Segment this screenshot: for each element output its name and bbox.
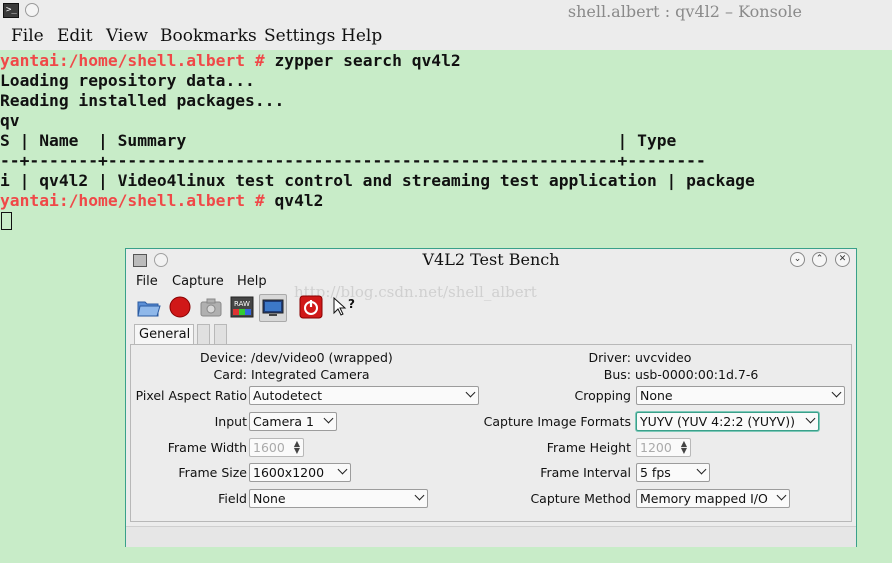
v4l2-menu-capture[interactable]: Capture (172, 274, 224, 289)
frame-size-value: 1600x1200 (253, 465, 325, 480)
menu-file[interactable]: File (11, 26, 44, 46)
v4l2-menu-help[interactable]: Help (237, 274, 267, 289)
input-value: Camera 1 (253, 414, 314, 429)
terminal-line: qv (0, 111, 20, 130)
record-icon[interactable] (167, 294, 193, 320)
close-icon[interactable]: ✕ (835, 252, 850, 267)
field-select[interactable]: None (249, 489, 428, 508)
frame-width-value: 1600 (253, 440, 285, 455)
general-panel: Device: /dev/video0 (wrapped) Card: Inte… (130, 344, 852, 522)
status-bar (126, 526, 856, 547)
spin-arrows-icon[interactable]: ▲ ▼ (294, 440, 300, 455)
terminal-line: yantai:/home/shell.albert # zypper searc… (0, 51, 461, 71)
table-row: i | qv4l2 | Video4linux test control and… (0, 171, 755, 190)
display-icon[interactable] (259, 294, 287, 322)
menu-help[interactable]: Help (341, 26, 382, 46)
v4l2-titlebar: V4L2 Test Bench ⌄ ⌃ ✕ (126, 249, 856, 271)
svg-text:RAW: RAW (234, 300, 250, 308)
power-icon[interactable] (298, 294, 324, 320)
raw-image-icon[interactable]: RAW (229, 294, 255, 320)
command-text: zypper search qv4l2 (264, 51, 461, 70)
v4l2-window: V4L2 Test Bench ⌄ ⌃ ✕ File Capture Help … (125, 248, 857, 547)
capture-method-value: Memory mapped I/O (640, 491, 768, 506)
frame-interval-select[interactable]: 5 fps (636, 463, 710, 482)
card-label: Card: (213, 367, 247, 382)
chevron-down-icon (414, 490, 425, 501)
device-value: /dev/video0 (wrapped) (251, 350, 393, 365)
chevron-down-icon (831, 387, 842, 398)
konsole-menubar: File Edit View Bookmarks Settings Help (0, 22, 892, 50)
capture-formats-label: Capture Image Formats (483, 414, 631, 429)
field-value: None (253, 491, 286, 506)
chevron-down-icon (776, 490, 787, 501)
frame-size-select[interactable]: 1600x1200 (249, 463, 351, 482)
tab-extra-1[interactable] (197, 324, 210, 345)
pixel-aspect-label: Pixel Aspect Ratio (135, 388, 247, 403)
frame-interval-label: Frame Interval (540, 465, 631, 480)
frame-interval-value: 5 fps (640, 465, 671, 480)
input-select[interactable]: Camera 1 (249, 412, 337, 431)
whats-this-icon[interactable]: ? (329, 294, 355, 320)
chevron-down-icon (805, 413, 816, 424)
driver-value: uvcvideo (635, 350, 692, 365)
cropping-label: Cropping (574, 388, 631, 403)
pixel-aspect-value: Autodetect (253, 388, 323, 403)
frame-width-label: Frame Width (167, 440, 247, 455)
table-divider: --+-------+-----------------------------… (0, 151, 706, 170)
table-header: S | Name | Summary | Type (0, 131, 677, 150)
frame-height-value: 1200 (640, 440, 672, 455)
spin-arrows-icon[interactable]: ▲ ▼ (681, 440, 687, 455)
v4l2-menu-file[interactable]: File (136, 274, 158, 289)
terminal-line: yantai:/home/shell.albert # qv4l2 (0, 191, 324, 211)
frame-width-spinbox[interactable]: 1600 ▲ ▼ (249, 438, 304, 457)
capture-method-select[interactable]: Memory mapped I/O (636, 489, 790, 508)
menu-edit[interactable]: Edit (57, 26, 93, 46)
frame-size-label: Frame Size (178, 465, 247, 480)
field-label: Field (218, 491, 247, 506)
menu-settings[interactable]: Settings (264, 26, 335, 46)
chevron-down-icon (696, 464, 707, 475)
chevron-down-icon (323, 413, 334, 424)
window-title: shell.albert : qv4l2 – Konsole (567, 2, 802, 21)
menu-bookmarks[interactable]: Bookmarks (160, 26, 257, 46)
menu-view[interactable]: View (106, 26, 148, 46)
terminal-line: Loading repository data... (0, 71, 255, 90)
device-label: Device: (200, 350, 247, 365)
terminal-line: Reading installed packages... (0, 91, 285, 110)
chevron-down-icon (337, 464, 348, 475)
shell-prompt: yantai:/home/shell.albert # (0, 191, 265, 210)
v4l2-title: V4L2 Test Bench (422, 250, 560, 269)
text-cursor (1, 212, 12, 230)
tab-extra-2[interactable] (214, 324, 227, 345)
tab-general[interactable]: General (134, 324, 194, 345)
svg-text:?: ? (348, 297, 355, 311)
bus-label: Bus: (603, 367, 631, 382)
cropping-value: None (640, 388, 673, 403)
bus-value: usb-0000:00:1d.7-6 (635, 367, 759, 382)
input-label: Input (214, 414, 247, 429)
frame-height-spinbox[interactable]: 1200 ▲ ▼ (636, 438, 691, 457)
cropping-select[interactable]: None (636, 386, 845, 405)
frame-height-label: Frame Height (546, 440, 631, 455)
capture-formats-value: YUYV (YUV 4:2:2 (YUYV)) (640, 414, 795, 429)
capture-method-label: Capture Method (530, 491, 631, 506)
card-value: Integrated Camera (251, 367, 370, 382)
driver-label: Driver: (588, 350, 631, 365)
command-text: qv4l2 (264, 191, 324, 210)
chevron-down-icon (465, 387, 476, 398)
camera-icon[interactable] (198, 294, 224, 320)
tab-general-label: General (139, 327, 191, 342)
maximize-icon[interactable]: ⌃ (812, 252, 827, 267)
shell-prompt: yantai:/home/shell.albert # (0, 51, 265, 70)
capture-formats-select[interactable]: YUYV (YUV 4:2:2 (YUYV)) (636, 412, 819, 431)
open-device-icon[interactable] (136, 294, 162, 320)
minimize-icon[interactable]: ⌄ (790, 252, 805, 267)
pixel-aspect-select[interactable]: Autodetect (249, 386, 479, 405)
konsole-titlebar: >_ shell.albert : qv4l2 – Konsole (0, 0, 892, 22)
